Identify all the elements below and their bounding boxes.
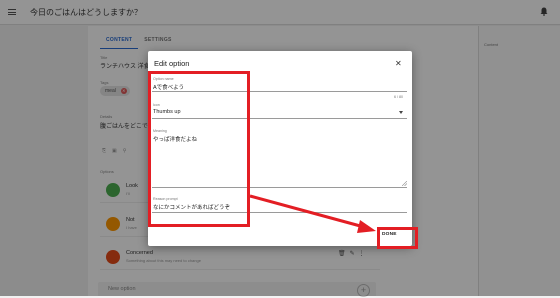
annotation-arrow-icon bbox=[249, 194, 376, 233]
